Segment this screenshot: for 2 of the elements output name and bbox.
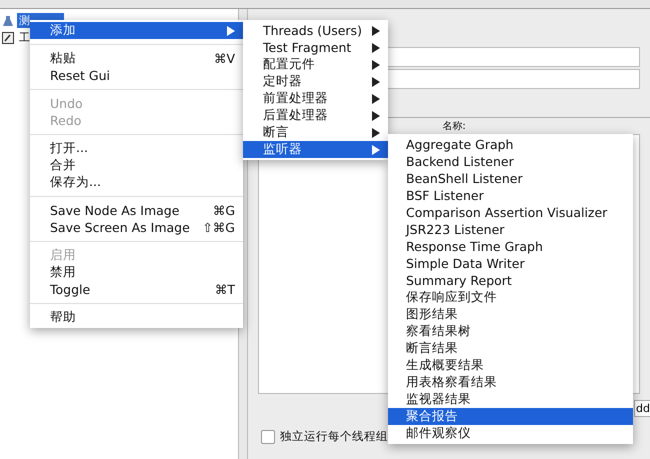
name-label: 名称: <box>442 120 466 133</box>
checkbox-label: 独立运行每个线程组 <box>280 429 388 444</box>
